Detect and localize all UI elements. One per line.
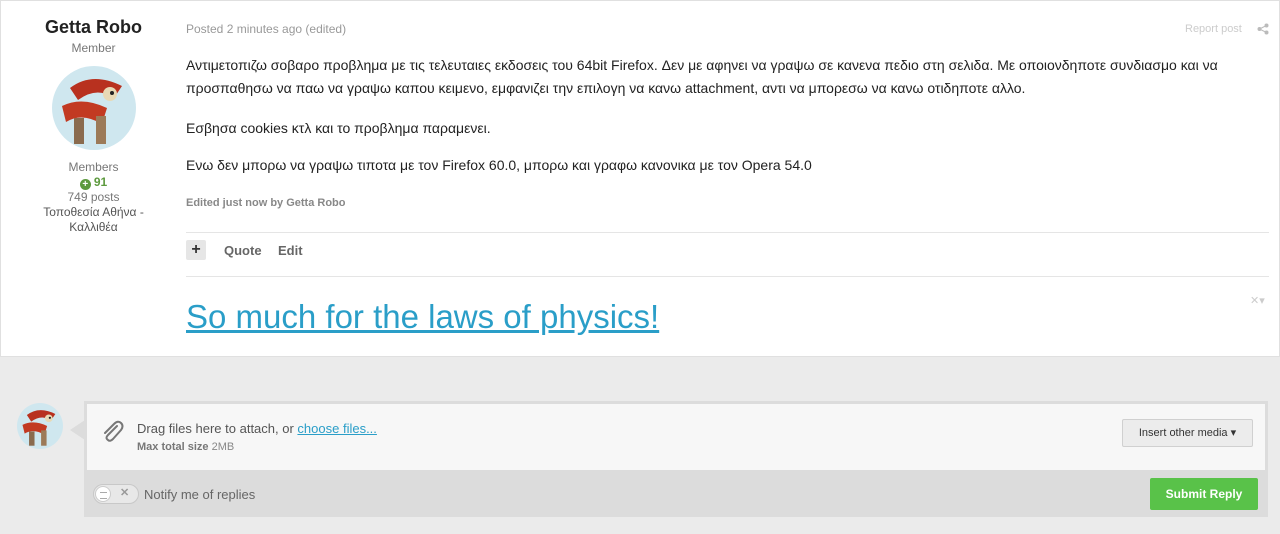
author-location: Τοποθεσία Αθήνα - Καλλιθέα (43, 205, 144, 234)
author-group: Members (68, 160, 119, 174)
edit-button[interactable]: Edit (278, 243, 303, 258)
notify-toggle[interactable]: ✕ (93, 484, 139, 504)
reputation-badge[interactable]: +91 (1, 175, 186, 190)
notify-label: Notify me of replies (144, 487, 256, 502)
drag-files-label: Drag files here to attach, or (137, 421, 298, 436)
avatar[interactable] (52, 66, 136, 150)
post-paragraph: Αντιμετοπιζω σοβαρο προβλημα με τις τελε… (186, 57, 1218, 96)
post-paragraph: Εσβησα cookies κτλ και το προβλημα παραμ… (186, 120, 491, 136)
insert-media-label: Insert other media (1138, 427, 1228, 439)
divider (186, 276, 1269, 277)
toggle-knob (95, 486, 111, 502)
author-title: Member (71, 41, 116, 55)
drag-files-text: Drag files here to attach, or choose fil… (137, 421, 377, 436)
post-timestamp: Posted 2 minutes ago (edited) (186, 22, 347, 36)
reply-pointer (70, 420, 85, 440)
post-container: Getta Robo Member Members +91 749 posts … (0, 0, 1280, 357)
author-post-count: 749 posts (67, 190, 120, 204)
close-icon[interactable]: ✕▾ (1250, 294, 1265, 307)
report-post-link[interactable]: Report post (1185, 23, 1242, 35)
close-icon: ✕ (120, 487, 130, 499)
avatar (17, 403, 63, 449)
multiquote-button[interactable]: + (186, 240, 206, 260)
max-size-label: Max total size (137, 441, 209, 453)
submit-reply-button[interactable]: Submit Reply (1150, 478, 1258, 510)
edited-note: Edited just now by Getta Robo (186, 197, 346, 209)
max-size-value: 2MB (211, 441, 235, 453)
quote-button[interactable]: Quote (224, 243, 262, 258)
share-icon[interactable] (1257, 23, 1269, 35)
reputation-value: 91 (93, 175, 108, 189)
caret-down-icon: ▾ (1230, 427, 1237, 439)
divider (186, 232, 1269, 233)
post-paragraph: Ενω δεν μπορω να γραψω τιποτα με τον Fir… (186, 157, 812, 173)
author-name[interactable]: Getta Robo (1, 17, 186, 38)
max-size-text: Max total size 2MB (137, 441, 234, 453)
choose-files-link[interactable]: choose files... (297, 421, 377, 436)
attachment-drop-zone[interactable] (87, 404, 1265, 470)
plus-circle-icon: + (79, 179, 91, 190)
paperclip-icon (104, 420, 124, 442)
insert-media-button[interactable]: Insert other media ▾ (1122, 419, 1253, 447)
signature-link[interactable]: So much for the laws of physics! (186, 298, 659, 336)
